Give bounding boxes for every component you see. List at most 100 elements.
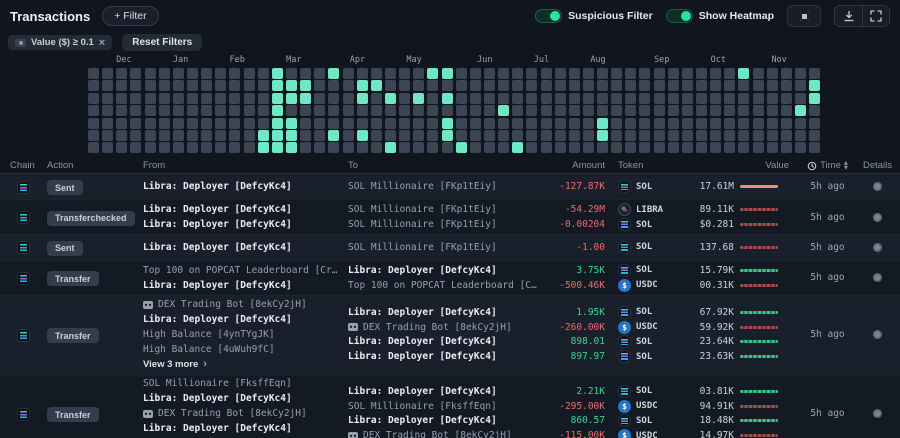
- heatmap-cell[interactable]: [781, 105, 792, 116]
- heatmap-cell[interactable]: [724, 80, 735, 91]
- heatmap-cell[interactable]: [102, 142, 113, 153]
- heatmap-cell[interactable]: [173, 105, 184, 116]
- heatmap-cell[interactable]: [512, 68, 523, 79]
- heatmap-cell[interactable]: [399, 80, 410, 91]
- heatmap-cell[interactable]: [597, 80, 608, 91]
- heatmap-cell[interactable]: [385, 80, 396, 91]
- heatmap-cell[interactable]: [286, 130, 297, 141]
- heatmap-cell[interactable]: [470, 68, 481, 79]
- heatmap-cell[interactable]: [795, 80, 806, 91]
- heatmap-cell[interactable]: [470, 105, 481, 116]
- heatmap-cell[interactable]: [258, 142, 269, 153]
- heatmap-cell[interactable]: [88, 118, 99, 129]
- heatmap-cell[interactable]: [597, 105, 608, 116]
- heatmap-cell[interactable]: [738, 130, 749, 141]
- heatmap-cell[interactable]: [173, 80, 184, 91]
- heatmap-cell[interactable]: [541, 105, 552, 116]
- heatmap-cell[interactable]: [625, 105, 636, 116]
- heatmap-cell[interactable]: [583, 68, 594, 79]
- heatmap-cell[interactable]: [413, 130, 424, 141]
- heatmap-cell[interactable]: [526, 118, 537, 129]
- heatmap-cell[interactable]: [399, 130, 410, 141]
- heatmap-cell[interactable]: [668, 93, 679, 104]
- heatmap-cell[interactable]: [654, 68, 665, 79]
- heatmap-cell[interactable]: [173, 68, 184, 79]
- heatmap-cell[interactable]: [809, 80, 820, 91]
- heatmap-cell[interactable]: [201, 105, 212, 116]
- show-heatmap-toggle[interactable]: [666, 9, 693, 23]
- heatmap-cell[interactable]: [300, 80, 311, 91]
- heatmap-cell[interactable]: [343, 68, 354, 79]
- heatmap-cell[interactable]: [229, 80, 240, 91]
- heatmap-cell[interactable]: [668, 68, 679, 79]
- heatmap-cell[interactable]: [767, 93, 778, 104]
- heatmap-cell[interactable]: [357, 142, 368, 153]
- heatmap-cell[interactable]: [442, 80, 453, 91]
- heatmap-cell[interactable]: [427, 80, 438, 91]
- heatmap-cell[interactable]: [682, 68, 693, 79]
- heatmap-cell[interactable]: [668, 80, 679, 91]
- heatmap-cell[interactable]: [328, 105, 339, 116]
- heatmap-cell[interactable]: [244, 118, 255, 129]
- heatmap-cell[interactable]: [244, 68, 255, 79]
- to-entity[interactable]: SOL Millionaire [FKp1tEiy]: [348, 217, 538, 232]
- heatmap-cell[interactable]: [300, 118, 311, 129]
- from-entity[interactable]: Libra: Deployer [DefcyKc4]: [143, 202, 348, 217]
- remove-filter-icon[interactable]: ×: [99, 39, 105, 47]
- heatmap-cell[interactable]: [597, 142, 608, 153]
- heatmap-cell[interactable]: [809, 68, 820, 79]
- heatmap-cell[interactable]: [343, 80, 354, 91]
- heatmap-cell[interactable]: [244, 142, 255, 153]
- heatmap-cell[interactable]: [753, 118, 764, 129]
- to-entity[interactable]: Libra: Deployer [DefcyKc4]: [348, 305, 538, 320]
- heatmap-cell[interactable]: [215, 105, 226, 116]
- heatmap-cell[interactable]: [427, 130, 438, 141]
- heatmap-cell[interactable]: [187, 142, 198, 153]
- heatmap-cell[interactable]: [399, 118, 410, 129]
- heatmap-cell[interactable]: [229, 142, 240, 153]
- from-entity[interactable]: Libra: Deployer [DefcyKc4]: [143, 217, 348, 232]
- heatmap-cell[interactable]: [512, 80, 523, 91]
- heatmap-cell[interactable]: [116, 93, 127, 104]
- heatmap-cell[interactable]: [300, 93, 311, 104]
- heatmap-cell[interactable]: [385, 68, 396, 79]
- heatmap-cell[interactable]: [328, 142, 339, 153]
- from-entity[interactable]: Libra: Deployer [DefcyKc4]: [143, 240, 348, 255]
- heatmap-cell[interactable]: [639, 118, 650, 129]
- to-entity[interactable]: SOL Millionaire [FksffEqn]: [348, 399, 538, 414]
- heatmap-cell[interactable]: [357, 105, 368, 116]
- heatmap-cell[interactable]: [682, 130, 693, 141]
- heatmap-cell[interactable]: [654, 93, 665, 104]
- heatmap-cell[interactable]: [173, 118, 184, 129]
- heatmap-cell[interactable]: [442, 68, 453, 79]
- heatmap-cell[interactable]: [371, 93, 382, 104]
- heatmap-cell[interactable]: [116, 130, 127, 141]
- heatmap-cell[interactable]: [258, 118, 269, 129]
- heatmap-cell[interactable]: [187, 68, 198, 79]
- heatmap-cell[interactable]: [738, 80, 749, 91]
- heatmap-cell[interactable]: [229, 130, 240, 141]
- heatmap-cell[interactable]: [809, 142, 820, 153]
- value-filter-chip[interactable]: Value ($) ≥ 0.1 ×: [8, 35, 112, 50]
- heatmap-cell[interactable]: [300, 130, 311, 141]
- heatmap-cell[interactable]: [343, 118, 354, 129]
- heatmap-cell[interactable]: [512, 118, 523, 129]
- heatmap-cell[interactable]: [569, 142, 580, 153]
- details-button[interactable]: [873, 273, 882, 282]
- heatmap-cell[interactable]: [456, 142, 467, 153]
- heatmap-cell[interactable]: [470, 93, 481, 104]
- reset-filters-button[interactable]: Reset Filters: [122, 34, 202, 51]
- heatmap-cell[interactable]: [258, 93, 269, 104]
- heatmap-cell[interactable]: [187, 105, 198, 116]
- heatmap-cell[interactable]: [413, 93, 424, 104]
- heatmap-cell[interactable]: [696, 130, 707, 141]
- heatmap-cell[interactable]: [484, 93, 495, 104]
- heatmap-cell[interactable]: [639, 93, 650, 104]
- heatmap-cell[interactable]: [244, 130, 255, 141]
- from-entity[interactable]: DEX Trading Bot [8ekCy2jH]: [143, 298, 348, 313]
- heatmap-cell[interactable]: [244, 93, 255, 104]
- heatmap-cell[interactable]: [314, 93, 325, 104]
- heatmap-cell[interactable]: [668, 130, 679, 141]
- heatmap-cell[interactable]: [116, 80, 127, 91]
- heatmap-cell[interactable]: [710, 118, 721, 129]
